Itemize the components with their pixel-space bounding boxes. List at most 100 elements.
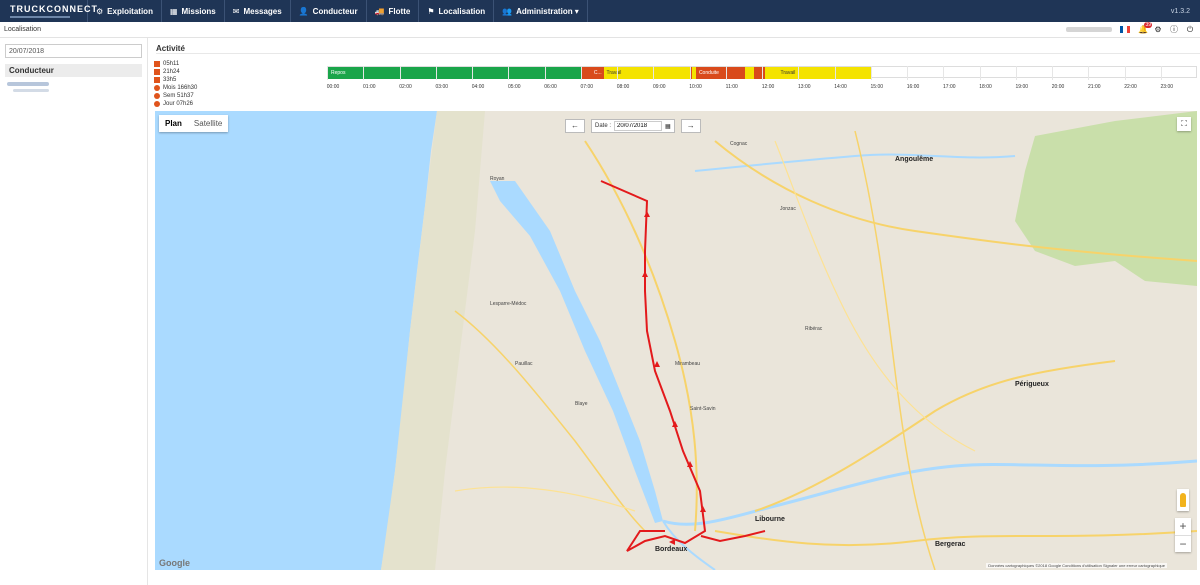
nav-item-6[interactable]: 👥 Administration ▾ bbox=[494, 0, 588, 22]
nav-item-3[interactable]: 👤 Conducteur bbox=[291, 0, 367, 22]
top-navbar: TRUCKCONNECT ⚙ Exploitation ▦ Missions ✉ Mess… bbox=[0, 0, 1200, 22]
town-label: Angoulême bbox=[895, 156, 934, 163]
map-type-tabs: Plan Satellite bbox=[159, 115, 229, 132]
clock-icon bbox=[154, 93, 160, 99]
timeline-gridline bbox=[1160, 66, 1162, 80]
nav-item-label: Conducteur bbox=[312, 6, 358, 16]
tab-plan[interactable]: Plan bbox=[159, 115, 188, 132]
timeline-tick: 07:00 bbox=[580, 84, 594, 90]
timeline-tick: 16:00 bbox=[906, 84, 920, 90]
nav-item-label: Administration ▾ bbox=[516, 6, 579, 16]
conducteur-list-item[interactable] bbox=[7, 82, 77, 92]
timeline-tick: 19:00 bbox=[1015, 84, 1029, 90]
town-label: Jonzac bbox=[780, 206, 796, 212]
timeline-tick: 12:00 bbox=[761, 84, 775, 90]
legend-item: 21h24 bbox=[154, 68, 234, 76]
town-label: Blaye bbox=[575, 401, 588, 407]
notification-badge: 39 bbox=[1144, 21, 1152, 28]
timeline-gridline bbox=[617, 66, 618, 80]
bell-icon[interactable]: 🔔 39 bbox=[1138, 21, 1152, 34]
clock-icon bbox=[154, 101, 160, 107]
timeline-segment[interactable] bbox=[744, 67, 754, 79]
timeline-segment[interactable]: Travail bbox=[777, 67, 872, 79]
settings-gear-icon[interactable]: ⚙ bbox=[1154, 25, 1162, 34]
timeline-segment[interactable]: C... bbox=[590, 67, 604, 79]
brand-logo[interactable]: TRUCKCONNECT bbox=[0, 0, 98, 22]
conducteur-sub-redacted bbox=[13, 89, 49, 92]
nav-item-0[interactable]: ⚙ Exploitation bbox=[88, 0, 162, 22]
timeline-segment[interactable]: Conduite bbox=[695, 67, 745, 79]
zoom-out-button[interactable]: − bbox=[1175, 535, 1191, 552]
sub-bar: Localisation 🔔 39 ⚙ ⓘ ⏻ bbox=[0, 21, 1200, 38]
legend-text: 21h24 bbox=[163, 69, 180, 75]
map-view[interactable]: SaintesCognacAngoulêmeJonzacLibourneBord… bbox=[155, 111, 1197, 570]
legend-item: Mois 166h30 bbox=[154, 84, 234, 92]
timeline-tick: 17:00 bbox=[942, 84, 956, 90]
legend-item: 33h5 bbox=[154, 76, 234, 84]
info-icon[interactable]: ⓘ bbox=[1170, 25, 1178, 34]
nav-item-5[interactable]: ⚑ Localisation bbox=[419, 0, 495, 22]
nav-item-1[interactable]: ▦ Missions bbox=[162, 0, 225, 22]
power-icon[interactable]: ⏻ bbox=[1186, 25, 1194, 34]
date-label: Date : bbox=[595, 123, 612, 129]
timeline-tick: 23:00 bbox=[1160, 84, 1174, 90]
timeline-segment[interactable] bbox=[581, 67, 591, 79]
timeline-tick: 04:00 bbox=[471, 84, 485, 90]
map-canvas bbox=[155, 111, 1197, 570]
timeline-tick: 13:00 bbox=[797, 84, 811, 90]
timeline-gridline bbox=[435, 66, 437, 80]
brand-name: TRUCKCONNECT bbox=[10, 4, 98, 14]
nav-item-4[interactable]: 🚚 Flotte bbox=[367, 0, 420, 22]
timeline-tick: 03:00 bbox=[435, 84, 449, 90]
date-input[interactable] bbox=[614, 121, 663, 131]
timeline-tick: 18:00 bbox=[979, 84, 992, 90]
map-attribution[interactable]: Données cartographiques ©2018 Google Con… bbox=[986, 563, 1167, 568]
legend-text: 33h5 bbox=[163, 77, 177, 83]
legend-text: Jour 07h26 bbox=[163, 101, 194, 107]
timeline-gridline bbox=[544, 66, 546, 80]
timeline-gridline bbox=[1015, 66, 1017, 80]
timeline-segment[interactable] bbox=[753, 67, 765, 79]
truck-icon: 🚚 bbox=[374, 6, 385, 16]
french-flag-icon[interactable] bbox=[1120, 26, 1130, 33]
google-logo: Google bbox=[159, 558, 190, 568]
timeline-gridline bbox=[689, 66, 691, 80]
user-name-redacted[interactable] bbox=[1066, 27, 1112, 32]
timeline-gridline bbox=[943, 66, 945, 80]
nav-item-label: Missions bbox=[181, 6, 216, 16]
next-day-button[interactable]: → bbox=[680, 119, 701, 133]
nav-item-label: Flotte bbox=[388, 6, 411, 16]
nav-item-label: Exploitation bbox=[107, 6, 153, 16]
activity-title: Activité bbox=[156, 44, 1200, 54]
calendar-icon[interactable]: ▦ bbox=[665, 123, 671, 130]
town-label: Pauillac bbox=[515, 361, 533, 367]
timeline-gridline bbox=[979, 66, 981, 80]
town-label: Libourne bbox=[755, 516, 785, 523]
town-label: Lesparre-Médoc bbox=[490, 301, 527, 307]
nav-item-2[interactable]: ✉ Messages bbox=[225, 0, 291, 22]
town-label: Bergerac bbox=[935, 541, 966, 548]
town-label: Mirambeau bbox=[675, 361, 701, 367]
timeline-ticks: 00:00 01:00 02:00 03:00 04:00 05:00 06:00 07:00… bbox=[327, 66, 1197, 94]
timeline-gridline bbox=[834, 66, 836, 80]
timeline-segment[interactable] bbox=[764, 67, 778, 79]
town-label: Cognac bbox=[730, 141, 748, 147]
timeline-tick: 14:00 bbox=[834, 84, 847, 90]
street-view-pegman-icon[interactable] bbox=[1177, 489, 1189, 511]
prev-day-button[interactable]: ← bbox=[565, 119, 585, 133]
date-search-input[interactable] bbox=[5, 44, 142, 58]
timeline-tick: 21:00 bbox=[1087, 84, 1101, 90]
timeline-tick: 02:00 bbox=[399, 84, 412, 90]
timeline-tick: 15:00 bbox=[870, 84, 884, 90]
town-label: Bordeaux bbox=[655, 546, 688, 553]
timeline-tick: 01:00 bbox=[362, 84, 376, 90]
steering-icon bbox=[154, 61, 160, 67]
zoom-in-button[interactable]: + bbox=[1175, 518, 1191, 535]
tab-satellite[interactable]: Satellite bbox=[188, 115, 228, 132]
fullscreen-icon[interactable]: ⛶ bbox=[1177, 117, 1191, 131]
legend-item: Sem 51h37 bbox=[154, 92, 234, 100]
steering-icon bbox=[154, 77, 160, 83]
timeline-gridline bbox=[472, 66, 473, 80]
timeline-tick: 06:00 bbox=[544, 84, 557, 90]
activity-timeline[interactable]: Repos C... Travail Conduite Travail 00:00 01:… bbox=[327, 66, 1197, 90]
